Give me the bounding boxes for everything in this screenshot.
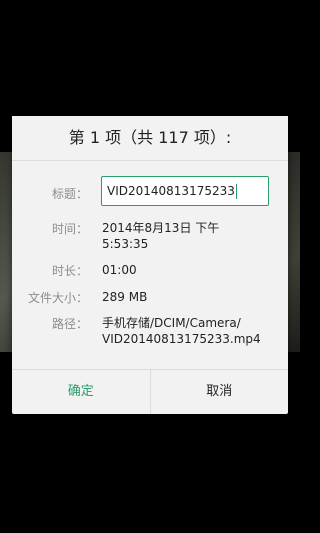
title-input[interactable]: VID20140813175233 [101,176,269,206]
ok-button[interactable]: 确定 [12,370,151,414]
text-cursor [235,183,237,199]
size-label: 文件大小： [27,291,88,305]
size-value: 289 MB [102,290,148,304]
path-value-line2: VID20140813175233.mp4 [102,332,261,346]
dialog-title: 第 1 项（共 117 项）: [12,116,288,161]
path-value-line1: 手机存储/DCIM/Camera/ [102,316,241,330]
title-label: 标题： [51,187,88,201]
dialog-buttons: 确定 取消 [12,369,288,414]
path-value: 手机存储/DCIM/Camera/ VID20140813175233.mp4 [102,315,278,347]
time-label: 时间： [51,222,88,236]
title-input-value: VID20140813175233 [107,184,235,198]
cancel-button[interactable]: 取消 [151,370,289,414]
details-dialog: 第 1 项（共 117 项）: 标题： VID20140813175233 时间… [12,116,288,414]
time-value: 2014年8月13日 下午 5:53:35 [102,220,278,252]
time-value-line1: 2014年8月13日 下午 [102,221,220,235]
time-value-line2: 5:53:35 [102,237,149,251]
duration-value: 01:00 [102,263,137,277]
path-label: 路径： [51,317,88,331]
duration-label: 时长： [51,264,88,278]
